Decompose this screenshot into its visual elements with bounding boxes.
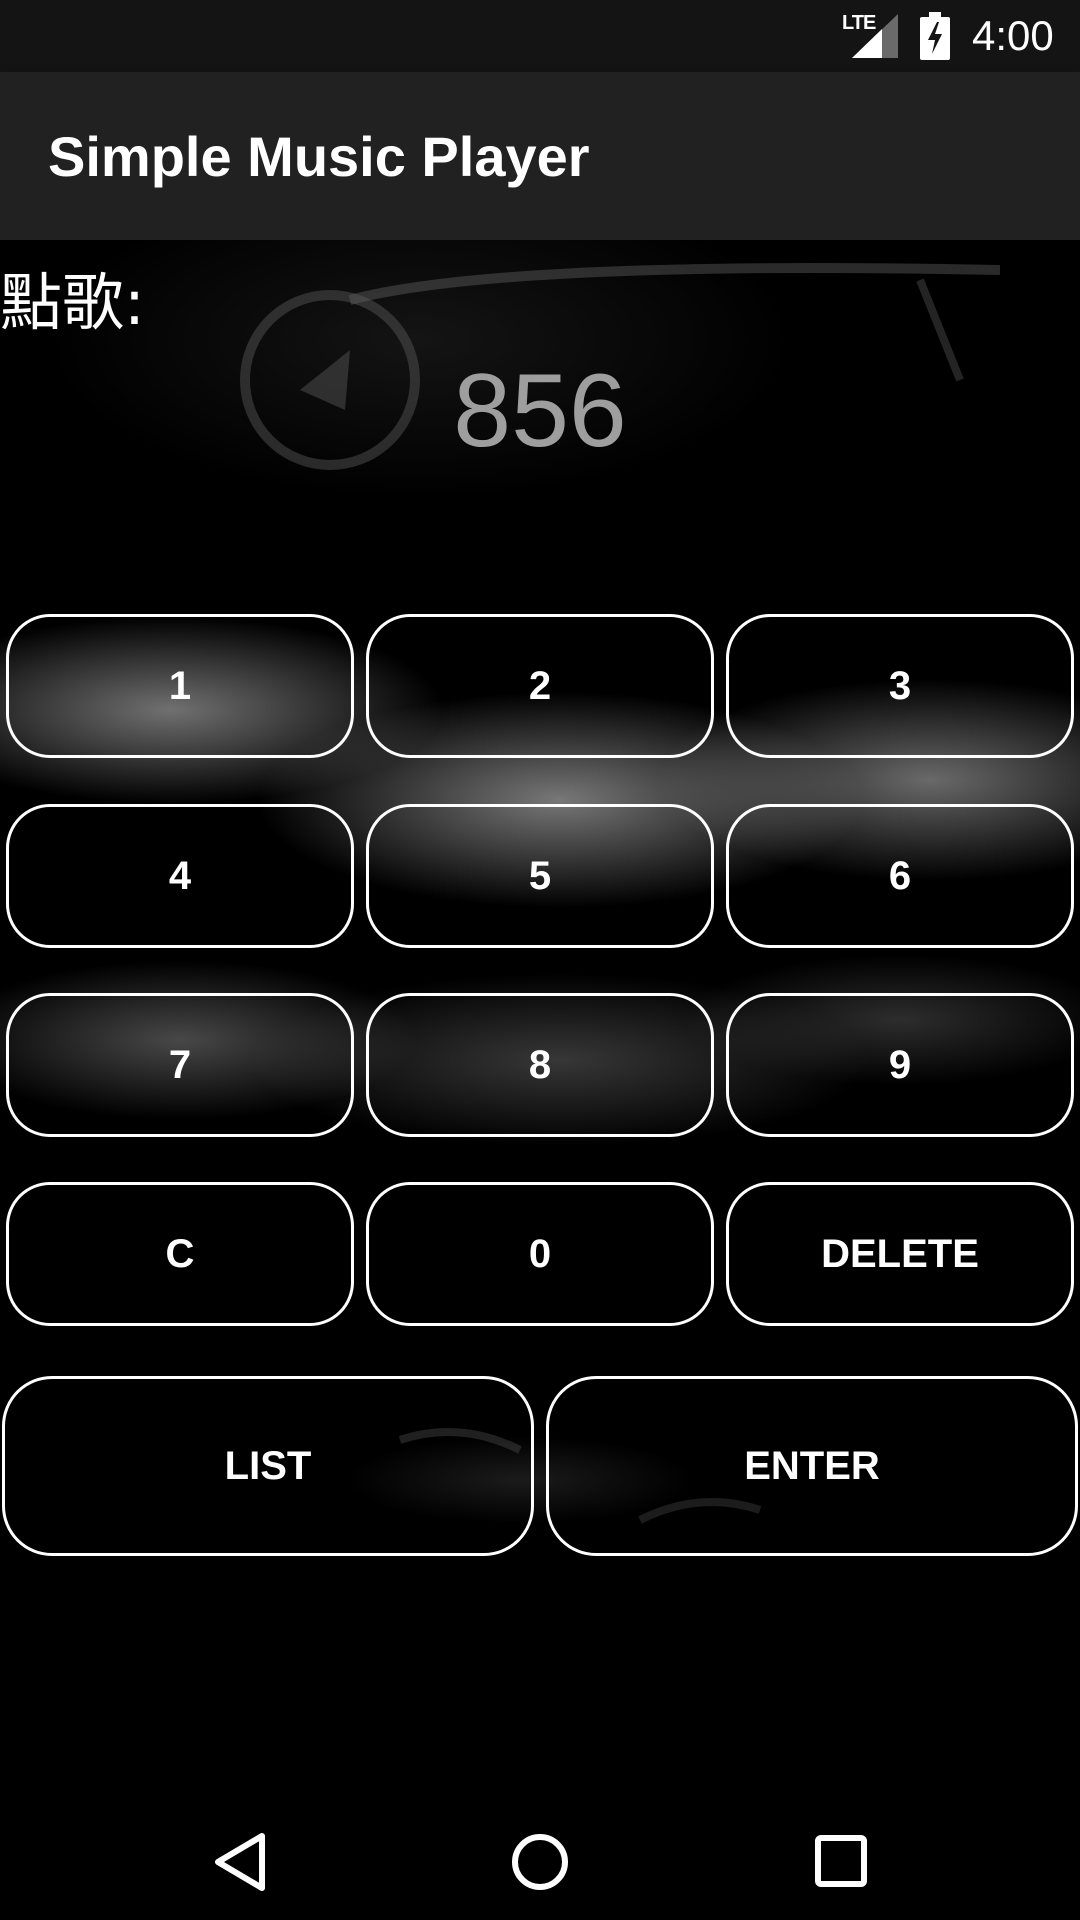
enter-button[interactable]: ENTER — [546, 1376, 1078, 1556]
key-9[interactable]: 9 — [726, 993, 1074, 1137]
delete-button[interactable]: DELETE — [726, 1182, 1074, 1326]
status-bar: LTE 4:00 — [0, 0, 1080, 72]
key-5[interactable]: 5 — [366, 804, 714, 948]
key-4[interactable]: 4 — [6, 804, 354, 948]
key-8[interactable]: 8 — [366, 993, 714, 1137]
app-title: Simple Music Player — [48, 125, 590, 188]
key-0[interactable]: 0 — [366, 1182, 714, 1326]
recents-icon[interactable] — [814, 1834, 868, 1888]
song-request-label: 點歌: — [0, 266, 145, 339]
battery-charging-icon — [920, 12, 950, 60]
key-7[interactable]: 7 — [6, 993, 354, 1137]
key-6[interactable]: 6 — [726, 804, 1074, 948]
key-1[interactable]: 1 — [6, 614, 354, 758]
key-3[interactable]: 3 — [726, 614, 1074, 758]
main-content: 點歌: 856 1 2 3 4 5 6 7 8 9 C 0 DELETE LIS… — [0, 240, 1080, 1800]
app-bar: Simple Music Player — [0, 72, 1080, 240]
clear-button[interactable]: C — [6, 1182, 354, 1326]
navigation-bar — [0, 1800, 1080, 1920]
back-icon[interactable] — [212, 1832, 268, 1892]
clock: 4:00 — [972, 12, 1054, 59]
signal-icon — [852, 14, 898, 58]
list-button[interactable]: LIST — [2, 1376, 534, 1556]
key-2[interactable]: 2 — [366, 614, 714, 758]
song-number-display: 856 — [453, 353, 627, 469]
home-icon[interactable] — [510, 1832, 570, 1892]
